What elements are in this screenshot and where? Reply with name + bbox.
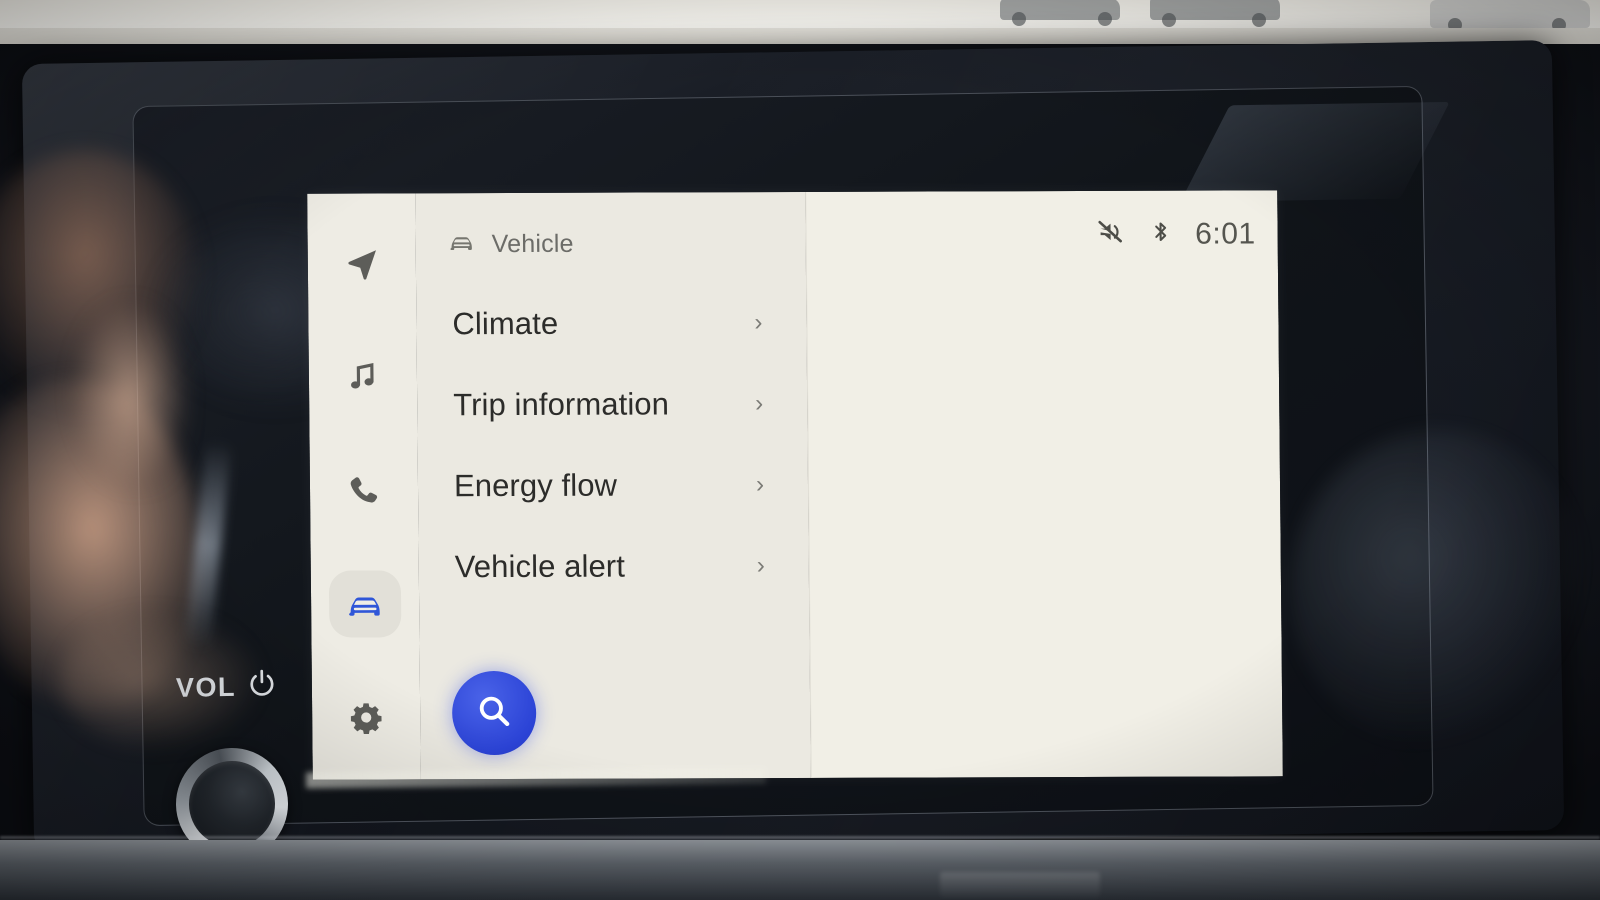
menu-item-label: Trip information: [453, 385, 670, 422]
status-clock: 6:01: [1195, 216, 1256, 251]
status-bar: 6:01: [1095, 216, 1256, 252]
bluetooth-icon[interactable]: [1147, 219, 1173, 250]
gear-icon: [348, 700, 384, 736]
menu-item-label: Energy flow: [453, 467, 618, 503]
sidebar-item-phone[interactable]: [328, 457, 401, 525]
lower-console: [0, 840, 1600, 900]
sidebar-item-navigation[interactable]: [326, 229, 399, 297]
volume-knob-face[interactable]: [188, 760, 276, 848]
menu-item-label: Climate: [452, 305, 559, 341]
media-icon: [345, 359, 381, 395]
menu-item-energy-flow[interactable]: Energy flow ›: [418, 444, 809, 526]
car-icon: [448, 228, 476, 261]
search-button[interactable]: [451, 670, 537, 756]
menu-item-label: Vehicle alert: [454, 548, 626, 584]
panel-header: Vehicle: [415, 192, 806, 265]
infotainment-photo: Vehicle Climate › Trip information › Ene…: [0, 0, 1600, 900]
search-icon: [473, 689, 515, 736]
console-seam: [0, 836, 1600, 839]
menu-item-climate[interactable]: Climate ›: [416, 282, 807, 364]
sidebar-item-vehicle[interactable]: [328, 570, 402, 638]
sidebar-item-settings[interactable]: [330, 684, 403, 752]
volume-label: VOL: [175, 671, 237, 703]
chevron-right-icon: ›: [756, 551, 765, 579]
power-icon: [245, 667, 280, 707]
sidebar-item-media[interactable]: [327, 343, 400, 411]
car-icon: [345, 584, 385, 624]
infotainment-ui: Vehicle Climate › Trip information › Ene…: [307, 190, 1283, 780]
navigation-icon: [344, 245, 380, 281]
vehicle-menu-panel: Vehicle Climate › Trip information › Ene…: [415, 191, 811, 780]
chevron-right-icon: ›: [755, 470, 765, 498]
chevron-right-icon: ›: [755, 389, 764, 417]
app-rail: [307, 193, 421, 780]
menu-item-trip-information[interactable]: Trip information ›: [417, 363, 808, 445]
console-trim-highlight: [940, 872, 1100, 898]
chevron-right-icon: ›: [754, 308, 763, 336]
menu-list: Climate › Trip information › Energy flow…: [416, 264, 809, 607]
volume-muted-icon[interactable]: [1095, 217, 1125, 252]
content-pane: 6:01: [805, 190, 1283, 778]
phone-icon: [346, 472, 382, 508]
volume-power-label: VOL: [176, 667, 280, 708]
page-title: Vehicle: [491, 229, 574, 258]
menu-item-vehicle-alert[interactable]: Vehicle alert ›: [418, 525, 809, 607]
